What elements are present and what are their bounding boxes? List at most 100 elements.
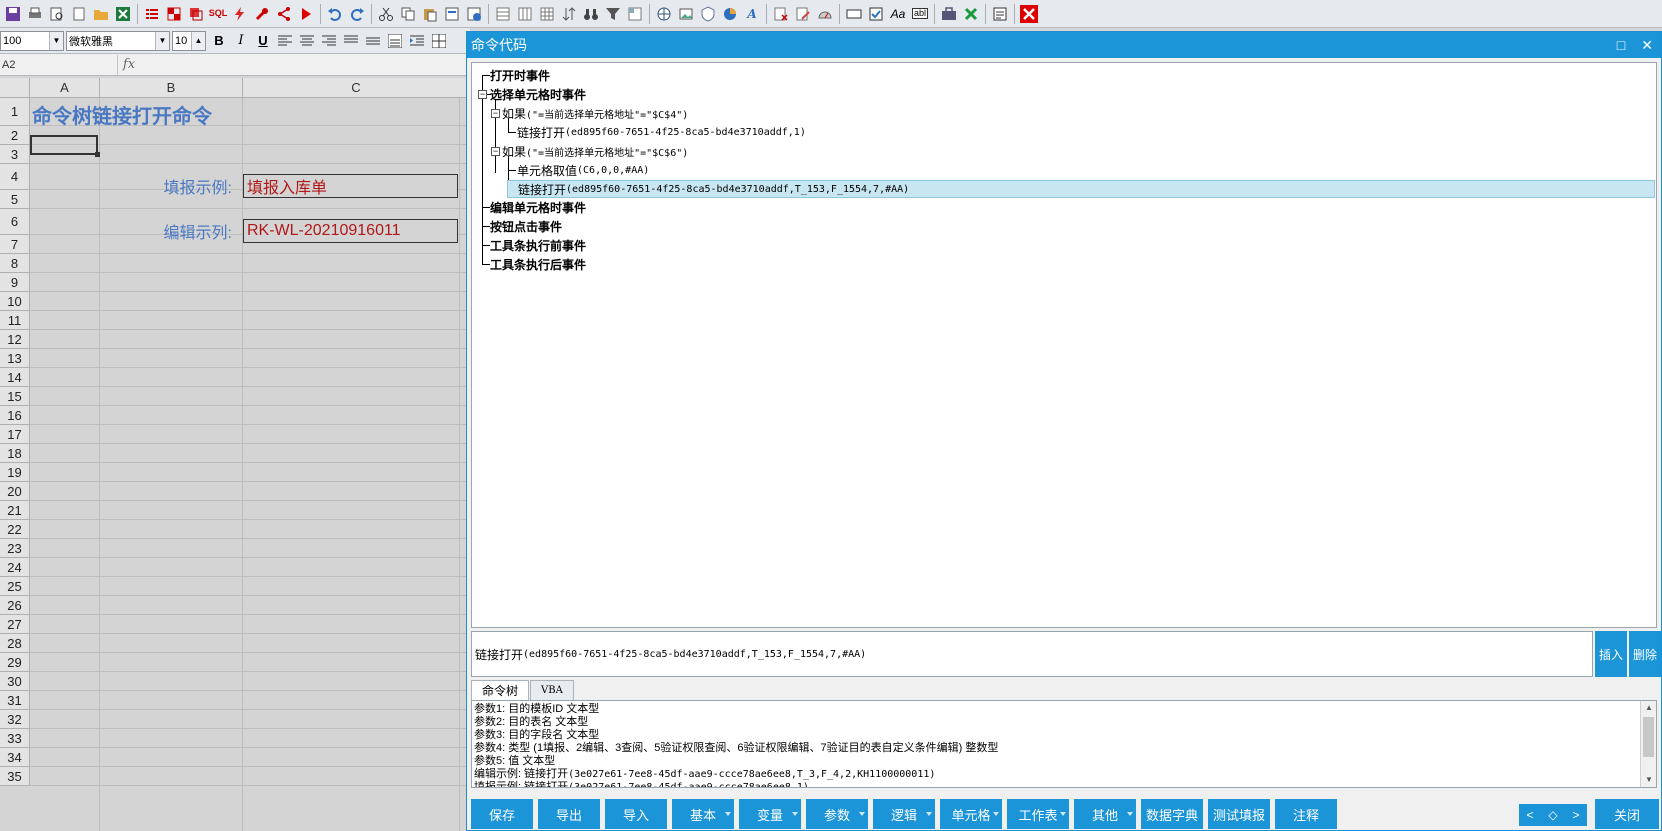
collapse-icon[interactable]: − [491,109,500,118]
share-icon[interactable] [274,4,294,24]
tree-node-cell-value[interactable]: 单元格取值 (C6,0,0,#AA) [517,161,649,179]
scroll-up-icon[interactable]: ▲ [1641,701,1656,715]
align-right-icon[interactable] [319,31,339,51]
collapse-icon[interactable]: − [491,147,500,156]
bottom-button[interactable]: 导入 [605,799,667,829]
row-header[interactable]: 30 [0,672,30,691]
info-icon[interactable] [464,4,484,24]
excel-icon[interactable] [113,4,133,24]
maximize-button[interactable]: □ [1617,37,1625,53]
copy-icon[interactable] [398,4,418,24]
row-header[interactable]: 7 [0,235,30,254]
row-header[interactable]: 12 [0,330,30,349]
align-bottom-icon[interactable] [385,31,405,51]
corner-cell[interactable] [0,78,30,98]
open-folder-icon[interactable] [91,4,111,24]
undo-icon[interactable] [325,4,345,24]
font-aa-icon[interactable]: Aa [888,4,908,24]
form-icon[interactable] [990,4,1010,24]
nav-updown-icon[interactable]: ◇ [1548,808,1557,822]
row-header[interactable]: 5 [0,190,30,209]
bottom-button[interactable]: 测试填报 [1208,799,1270,829]
spreadsheet[interactable]: A B C 1 2 3 4 5 6 7 8 9 10 11 12 13 14 15 16 17 18 19 20 21 2… [0,78,470,831]
row-header[interactable]: 35 [0,767,30,786]
fx-icon[interactable]: fx [118,57,140,72]
selected-cell-a2[interactable] [30,135,100,157]
name-box[interactable]: A2 [0,54,118,75]
row-header[interactable]: 25 [0,577,30,596]
format-icon[interactable] [442,4,462,24]
insert-col-icon[interactable] [515,4,535,24]
row-header[interactable]: 2 [0,126,30,145]
column-header-a[interactable]: A [30,78,100,98]
edit-example-cell[interactable]: RK-WL-20210916011 [243,219,458,243]
tree-node-after-toolbar-event[interactable]: 工具条执行后事件 [490,255,586,273]
row-header[interactable]: 16 [0,406,30,425]
shield-icon[interactable] [698,4,718,24]
font-size-select[interactable]: 10 ▲ [172,30,206,51]
row-header[interactable]: 6 [0,209,30,235]
insert-button[interactable]: 插入 [1595,631,1627,677]
scroll-down-icon[interactable]: ▼ [1641,773,1656,787]
border-icon[interactable] [429,31,449,51]
row-header[interactable]: 14 [0,368,30,387]
tree-node-if-1[interactable]: 如果 ("=当前选择单元格地址"="$C$4") [502,104,688,122]
globe-icon[interactable] [654,4,674,24]
tree-node-open-event[interactable]: 打开时事件 [490,66,550,84]
table-icon[interactable] [537,4,557,24]
row-header[interactable]: 27 [0,615,30,634]
row-header[interactable]: 17 [0,425,30,444]
print-icon[interactable] [25,4,45,24]
column-header-c[interactable]: C [243,78,470,98]
bottom-button[interactable]: 工作表 [1007,799,1069,829]
print-preview-icon[interactable] [47,4,67,24]
tree-node-button-event[interactable]: 按钮点击事件 [490,217,562,235]
tab-vba[interactable]: VBA [530,680,574,700]
command-tree[interactable]: 打开时事件 − 选择单元格时事件 − 如果 ("=当前选择单元格地址"="$C$4… [471,62,1657,628]
grid-icon[interactable] [164,4,184,24]
textbox-icon[interactable]: abl [910,4,930,24]
row-header[interactable]: 23 [0,539,30,558]
row-header[interactable]: 18 [0,444,30,463]
green-x-icon[interactable] [961,4,981,24]
row-header[interactable]: 3 [0,145,30,164]
bottom-button[interactable]: 注释 [1275,799,1337,829]
pie-chart-icon[interactable] [720,4,740,24]
row-header[interactable]: 19 [0,463,30,482]
tree-node-select-event[interactable]: 选择单元格时事件 [490,85,586,103]
row-header[interactable]: 26 [0,596,30,615]
bottom-button[interactable]: 变量 [739,799,801,829]
wrench-icon[interactable] [252,4,272,24]
gauge-icon[interactable] [815,4,835,24]
edit-doc-icon[interactable] [793,4,813,24]
filter-icon[interactable] [603,4,623,24]
row-header[interactable]: 1 [0,98,30,126]
clear-icon[interactable] [771,4,791,24]
align-center-icon[interactable] [297,31,317,51]
bottom-button[interactable]: 单元格 [940,799,1002,829]
align-middle-icon[interactable] [363,31,383,51]
bottom-button[interactable]: 其他 [1074,799,1136,829]
zoom-select[interactable]: 100 ▼ [0,30,64,51]
row-header[interactable]: 33 [0,729,30,748]
row-header[interactable]: 24 [0,558,30,577]
row-header[interactable]: 28 [0,634,30,653]
row-header[interactable]: 22 [0,520,30,539]
sql-icon[interactable]: SQL [208,4,228,24]
nav-left-button[interactable]: < [1526,808,1533,822]
insert-row-icon[interactable] [493,4,513,24]
bottom-button[interactable]: 基本 [672,799,734,829]
list-icon[interactable] [142,4,162,24]
redo-icon[interactable] [347,4,367,24]
row-header[interactable]: 20 [0,482,30,501]
help-scrollbar[interactable]: ▲ ▼ [1640,701,1656,787]
checkbox-icon[interactable] [866,4,886,24]
input-box-icon[interactable] [844,4,864,24]
text-style-icon[interactable]: A [742,4,762,24]
tree-node-if-2[interactable]: 如果 ("=当前选择单元格地址"="$C$6") [502,142,688,160]
bottom-button[interactable]: 导出 [538,799,600,829]
row-header[interactable]: 10 [0,292,30,311]
exit-icon[interactable] [1019,4,1039,24]
copy-sheet-icon[interactable] [186,4,206,24]
lightning-icon[interactable] [230,4,250,24]
